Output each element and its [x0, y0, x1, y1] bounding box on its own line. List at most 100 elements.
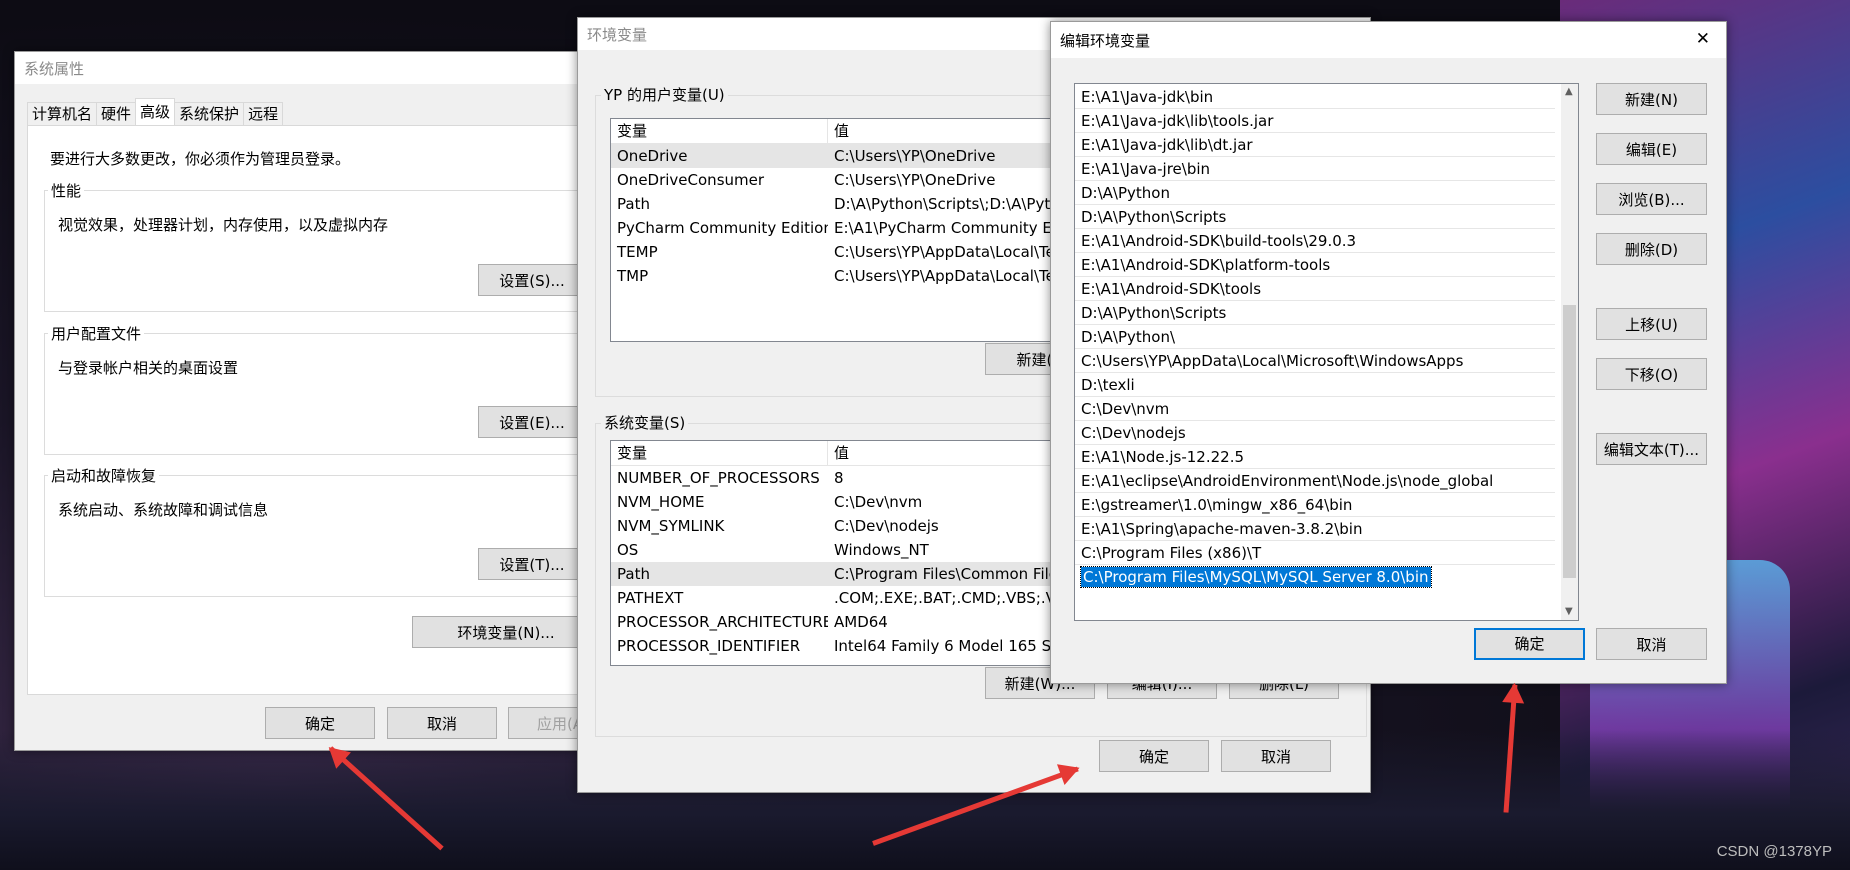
- path-list-item[interactable]: E:\A1\Android-SDK\build-tools\29.0.3: [1075, 229, 1555, 253]
- table-row[interactable]: PROCESSOR_IDENTIFIER Intel64 Family 6 Mod…: [611, 634, 1111, 658]
- path-text: E:\A1\Java-jre\bin: [1081, 160, 1211, 178]
- table-row[interactable]: TEMP C:\Users\YP\AppData\Local\Te: [611, 240, 1111, 264]
- tab-advanced[interactable]: 高级: [135, 98, 176, 125]
- tab-remote[interactable]: 远程: [243, 102, 284, 125]
- scroll-up-icon[interactable]: ▲: [1565, 86, 1573, 97]
- variable-name-cell: TMP: [617, 267, 649, 285]
- scroll-thumb[interactable]: [1563, 305, 1576, 578]
- table-row[interactable]: NUMBER_OF_PROCESSORS 8: [611, 466, 1111, 490]
- cancel-button[interactable]: 取消: [387, 707, 497, 739]
- path-list-item[interactable]: C:\Users\YP\AppData\Local\Microsoft\Wind…: [1075, 349, 1555, 373]
- variable-name-cell: OS: [617, 541, 639, 559]
- admin-note: 要进行大多数更改，你必须作为管理员登录。: [50, 150, 351, 168]
- path-list-item[interactable]: D:\A\Python\Scripts: [1075, 301, 1555, 325]
- path-text[interactable]: C:\Program Files\MySQL\MySQL Server 8.0\…: [1080, 566, 1432, 588]
- system-properties-window: 系统属性 计算机名 硬件 高级 系统保护 远程 要进行大多数更改，你必须作为管理…: [14, 51, 618, 751]
- edit-button[interactable]: 编辑(E): [1596, 133, 1707, 165]
- table-row[interactable]: Path D:\A\Python\Scripts\;D:\A\Pyt: [611, 192, 1111, 216]
- delete-button[interactable]: 删除(D): [1596, 233, 1707, 265]
- close-icon[interactable]: ✕: [1696, 29, 1710, 49]
- path-list-item[interactable]: D:\texli: [1075, 373, 1555, 397]
- move-down-button[interactable]: 下移(O): [1596, 358, 1707, 390]
- environment-variables-button[interactable]: 环境变量(N)...: [412, 616, 600, 648]
- path-text: E:\A1\Node.js-12.22.5: [1081, 448, 1245, 466]
- table-row[interactable]: NVM_HOME C:\Dev\nvm: [611, 490, 1111, 514]
- path-list-item[interactable]: D:\A\Python\Scripts: [1075, 205, 1555, 229]
- path-list-item[interactable]: E:\A1\Java-jdk\lib\tools.jar: [1075, 109, 1555, 133]
- table-row[interactable]: PyCharm Community Edition E:\A1\PyCharm C…: [611, 216, 1111, 240]
- path-list-item[interactable]: E:\gstreamer\1.0\mingw_x86_64\bin: [1075, 493, 1555, 517]
- path-text: E:\A1\Android-SDK\tools: [1081, 280, 1262, 298]
- col-variable-header[interactable]: 变量: [611, 119, 828, 143]
- cancel-button[interactable]: 取消: [1596, 628, 1707, 660]
- user-profiles-settings-button[interactable]: 设置(E)...: [478, 406, 586, 438]
- tab-system-protection[interactable]: 系统保护: [174, 102, 245, 125]
- path-list-item[interactable]: E:\A1\Android-SDK\platform-tools: [1075, 253, 1555, 277]
- path-list-item[interactable]: E:\A1\Node.js-12.22.5: [1075, 445, 1555, 469]
- path-list-scrollbar[interactable]: ▲ ▼: [1561, 84, 1578, 620]
- path-rows: E:\A1\Java-jdk\bin E:\A1\Java-jdk\lib\too…: [1075, 84, 1578, 589]
- system-variables-list[interactable]: 变量 值 NUMBER_OF_PROCESSORS 8 NVM_HOME C:\Dev…: [610, 440, 1112, 666]
- window-title: 系统属性: [24, 59, 85, 78]
- path-text: D:\A\Python\: [1081, 328, 1176, 346]
- system-variables-label: 系统变量(S): [601, 412, 689, 433]
- edit-environment-variable-window: 编辑环境变量 ✕ E:\A1\Java-jdk\bin E:\A1\Java-jd…: [1050, 21, 1727, 684]
- variable-name-cell: NVM_HOME: [617, 493, 705, 511]
- ok-button[interactable]: 确定: [265, 707, 375, 739]
- path-list-item[interactable]: E:\A1\eclipse\AndroidEnvironment\Node.js…: [1075, 469, 1555, 493]
- table-row[interactable]: Path C:\Program Files\Common File: [611, 562, 1111, 586]
- path-list-item[interactable]: E:\A1\Java-jre\bin: [1075, 157, 1555, 181]
- user-variables-list[interactable]: 变量 值 OneDrive C:\Users\YP\OneDrive OneDriv…: [610, 118, 1112, 342]
- path-list-item[interactable]: C:\Program Files\MySQL\MySQL Server 8.0\…: [1075, 565, 1555, 589]
- ok-button[interactable]: 确定: [1474, 628, 1585, 660]
- variable-name-cell: NUMBER_OF_PROCESSORS: [617, 469, 820, 487]
- path-list-item[interactable]: D:\A\Python\: [1075, 325, 1555, 349]
- scroll-down-icon[interactable]: ▼: [1565, 606, 1573, 617]
- table-row[interactable]: OneDriveConsumer C:\Users\YP\OneDrive: [611, 168, 1111, 192]
- col-variable-header[interactable]: 变量: [611, 441, 828, 465]
- path-text: E:\A1\Java-jdk\lib\tools.jar: [1081, 112, 1274, 130]
- path-text: C:\Dev\nodejs: [1081, 424, 1186, 442]
- browse-button[interactable]: 浏览(B)...: [1596, 183, 1707, 215]
- path-list-item[interactable]: E:\A1\Java-jdk\lib\dt.jar: [1075, 133, 1555, 157]
- ok-button[interactable]: 确定: [1099, 740, 1209, 772]
- user-variables-header: 变量 值: [611, 119, 1111, 144]
- path-text: C:\Dev\nvm: [1081, 400, 1170, 418]
- edit-environment-variable-titlebar: 编辑环境变量 ✕: [1051, 22, 1726, 58]
- edit-text-button[interactable]: 编辑文本(T)...: [1596, 433, 1707, 465]
- path-list-item[interactable]: E:\A1\Android-SDK\tools: [1075, 277, 1555, 301]
- table-row[interactable]: NVM_SYMLINK C:\Dev\nodejs: [611, 514, 1111, 538]
- variable-name-cell: NVM_SYMLINK: [617, 517, 725, 535]
- startup-recovery-settings-button[interactable]: 设置(T)...: [478, 548, 586, 580]
- path-list[interactable]: E:\A1\Java-jdk\bin E:\A1\Java-jdk\lib\too…: [1074, 83, 1579, 621]
- variable-name-cell: Path: [617, 565, 650, 583]
- tab-strip: 计算机名 硬件 高级 系统保护 远程: [27, 98, 284, 125]
- variable-name-cell: PROCESSOR_IDENTIFIER: [617, 637, 801, 655]
- table-row[interactable]: PROCESSOR_ARCHITECTURE AMD64: [611, 610, 1111, 634]
- new-button[interactable]: 新建(N): [1596, 83, 1707, 115]
- variable-name-cell: PATHEXT: [617, 589, 684, 607]
- system-variables-header: 变量 值: [611, 441, 1111, 466]
- path-list-item[interactable]: C:\Dev\nodejs: [1075, 421, 1555, 445]
- table-row[interactable]: TMP C:\Users\YP\AppData\Local\Te: [611, 264, 1111, 288]
- tab-computer-name[interactable]: 计算机名: [27, 102, 98, 125]
- table-row[interactable]: PATHEXT .COM;.EXE;.BAT;.CMD;.VBS;.VE: [611, 586, 1111, 610]
- path-list-item[interactable]: E:\A1\Spring\apache-maven-3.8.2\bin: [1075, 517, 1555, 541]
- path-list-item[interactable]: E:\A1\Java-jdk\bin: [1075, 85, 1555, 109]
- window-title: 编辑环境变量: [1060, 31, 1151, 50]
- tab-hardware[interactable]: 硬件: [96, 102, 137, 125]
- path-text: C:\Program Files (x86)\T: [1081, 544, 1262, 562]
- system-properties-titlebar: 系统属性: [15, 52, 581, 84]
- path-text: D:\A\Python\Scripts: [1081, 208, 1227, 226]
- performance-settings-button[interactable]: 设置(S)...: [478, 264, 586, 296]
- user-profiles-label: 用户配置文件: [48, 323, 145, 344]
- path-text: E:\A1\Java-jdk\lib\dt.jar: [1081, 136, 1253, 154]
- table-row[interactable]: OS Windows_NT: [611, 538, 1111, 562]
- path-list-item[interactable]: C:\Dev\nvm: [1075, 397, 1555, 421]
- path-list-item[interactable]: C:\Program Files (x86)\T: [1075, 541, 1555, 565]
- path-list-item[interactable]: D:\A\Python: [1075, 181, 1555, 205]
- startup-recovery-desc: 系统启动、系统故障和调试信息: [58, 501, 269, 519]
- cancel-button[interactable]: 取消: [1221, 740, 1331, 772]
- table-row[interactable]: OneDrive C:\Users\YP\OneDrive: [611, 144, 1111, 168]
- move-up-button[interactable]: 上移(U): [1596, 308, 1707, 340]
